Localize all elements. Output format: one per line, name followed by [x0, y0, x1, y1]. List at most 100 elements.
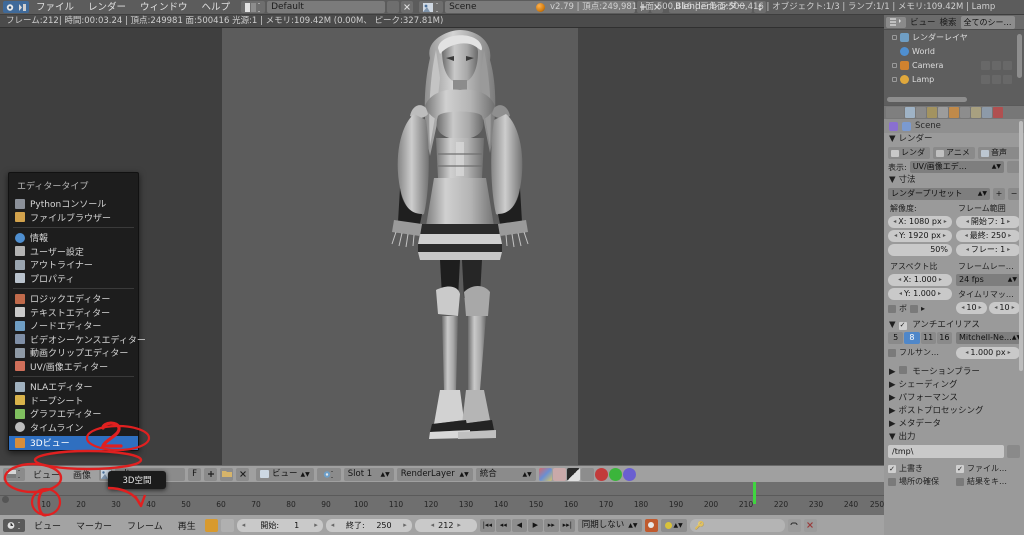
- panel-header-metadata[interactable]: ▶メタデータ: [884, 418, 1024, 431]
- outliner-editor[interactable]: ビュー 検索 全てのシー… レンダーレイヤ World Camera: [884, 15, 1024, 105]
- outliner-row-lamp[interactable]: Lamp: [884, 72, 1024, 86]
- panel-header-output[interactable]: ▼出力: [884, 431, 1024, 444]
- properties-editor[interactable]: Scene ▼レンダー レンダ アニメ 音声: [884, 119, 1024, 535]
- autokey-mode-dropdown[interactable]: ▲▼: [661, 519, 687, 532]
- frame-end-field[interactable]: ◂最終: 250▸: [956, 230, 1020, 242]
- expand-toggle-icon[interactable]: [892, 77, 897, 82]
- overwrite-checkbox[interactable]: ✓: [888, 465, 896, 473]
- resolution-percentage-field[interactable]: 50%: [888, 244, 952, 256]
- green-channel-icon[interactable]: [609, 468, 622, 481]
- menu-help[interactable]: ヘルプ: [195, 1, 238, 14]
- render-slot-dropdown[interactable]: Slot 1 ▲▼: [344, 468, 394, 481]
- editor-type-item-info[interactable]: 情報: [9, 231, 138, 245]
- aa-sample-8[interactable]: 8: [904, 332, 919, 344]
- render-pass-dropdown[interactable]: 統合 ▲▼: [476, 468, 536, 481]
- editor-type-item-python-console[interactable]: Pythonコンソール: [9, 197, 138, 211]
- border-checkbox[interactable]: [888, 305, 896, 313]
- editor-type-item-3d-view[interactable]: 3Dビュー: [9, 436, 138, 450]
- editor-type-item-text-editor[interactable]: テキストエディター: [9, 306, 138, 320]
- view-mode-button[interactable]: ビュー ▲▼: [256, 468, 314, 481]
- current-frame-field[interactable]: ◂ 212 ▸: [415, 519, 477, 532]
- placeholder-checkbox[interactable]: [888, 478, 896, 486]
- tab-render-layers[interactable]: [916, 107, 926, 118]
- bottom-view-menu[interactable]: ビュー: [28, 468, 65, 481]
- expand-toggle-icon[interactable]: [892, 63, 897, 68]
- scene-browse-icon[interactable]: [419, 1, 443, 13]
- output-path-field[interactable]: /tmp\: [888, 445, 1004, 458]
- fake-user-button[interactable]: F: [188, 468, 201, 481]
- render-audio-button[interactable]: 音声: [978, 147, 1020, 159]
- outliner-row-world[interactable]: World: [884, 44, 1024, 58]
- editor-type-item-node-editor[interactable]: ノードエディター: [9, 319, 138, 333]
- remap-old-field[interactable]: ◂10▸: [956, 302, 987, 314]
- render-image-button[interactable]: レンダ: [888, 147, 930, 159]
- properties-editor-type-icon[interactable]: [886, 107, 904, 118]
- image-new-icon[interactable]: [204, 468, 217, 481]
- editor-type-item-uv-image-editor[interactable]: UV/画像エディター: [9, 360, 138, 374]
- cache-result-checkbox[interactable]: [956, 478, 964, 486]
- antialiasing-checkbox[interactable]: ✓: [899, 322, 907, 330]
- resolution-x-field[interactable]: ◂X: 1080 px▸: [888, 216, 952, 228]
- motion-blur-checkbox[interactable]: [899, 366, 907, 374]
- timeline-ruler[interactable]: 10 20 30 40 50 60 70 80 90 100 110 120 1…: [0, 495, 884, 509]
- editor-type-item-dope-sheet[interactable]: ドープシート: [9, 394, 138, 408]
- framerate-dropdown[interactable]: 24 fps▲▼: [956, 274, 1020, 286]
- outliner-vertical-scrollbar[interactable]: [1017, 34, 1022, 78]
- outliner-tree[interactable]: レンダーレイヤ World Camera: [884, 30, 1024, 104]
- menu-render[interactable]: レンダー: [81, 1, 133, 14]
- panel-header-dimensions[interactable]: ▼寸法: [884, 174, 1024, 187]
- eye-icon[interactable]: [981, 75, 990, 84]
- editor-type-item-graph-editor[interactable]: グラフエディター: [9, 407, 138, 421]
- tab-modifiers[interactable]: [971, 107, 981, 118]
- render-animation-button[interactable]: アニメ: [933, 147, 975, 159]
- outliner-row-renderlayer[interactable]: レンダーレイヤ: [884, 30, 1024, 44]
- properties-scrollbar[interactable]: [1019, 121, 1023, 371]
- screen-layout-field[interactable]: Default: [267, 1, 385, 13]
- color-icon[interactable]: [539, 468, 552, 481]
- keying-set-field[interactable]: 🔑: [690, 519, 785, 532]
- sync-mode-dropdown[interactable]: 同期しない ▲▼: [578, 519, 642, 532]
- file-extensions-checkbox[interactable]: ✓: [956, 465, 964, 473]
- blender-icon[interactable]: [3, 1, 29, 13]
- tab-constraints[interactable]: [960, 107, 970, 118]
- panel-header-performance[interactable]: ▶パフォーマンス: [884, 392, 1024, 405]
- jump-start-icon[interactable]: |◂◂: [480, 519, 495, 532]
- properties-scene-breadcrumb[interactable]: Scene: [884, 119, 1024, 133]
- frame-start-field[interactable]: ◂開始フ: 1▸: [956, 216, 1020, 228]
- editor-type-item-nla-editor[interactable]: NLAエディター: [9, 380, 138, 394]
- preset-add-button[interactable]: +: [993, 188, 1005, 200]
- aspect-y-field[interactable]: ◂Y: 1.000▸: [888, 288, 952, 300]
- tab-render[interactable]: [905, 107, 915, 118]
- panel-header-antialiasing[interactable]: ▼✓ アンチエイリアス: [884, 319, 1024, 332]
- aa-samples-segmented[interactable]: 5 8 11 16: [888, 332, 952, 344]
- editor-type-item-outliner[interactable]: アウトライナー: [9, 258, 138, 272]
- tab-scene[interactable]: [927, 107, 937, 118]
- zdepth-icon[interactable]: [567, 468, 580, 481]
- play-reverse-icon[interactable]: ◀: [512, 519, 527, 532]
- editor-type-item-logic-editor[interactable]: ロジックエディター: [9, 292, 138, 306]
- keying-remove-icon[interactable]: [804, 519, 817, 532]
- image-unlink-icon[interactable]: [236, 468, 249, 481]
- folder-icon[interactable]: [1007, 445, 1020, 458]
- outliner-display-mode[interactable]: 全てのシー…: [961, 16, 1015, 29]
- editor-type-item-user-preferences[interactable]: ユーザー設定: [9, 245, 138, 259]
- timeline-editor-type-icon[interactable]: [3, 519, 25, 532]
- screen-layout-icon[interactable]: [241, 1, 265, 13]
- editor-type-item-movie-clip-editor[interactable]: 動画クリップエディター: [9, 346, 138, 360]
- cursor-icon[interactable]: [992, 75, 1001, 84]
- next-keyframe-icon[interactable]: ▸▸: [544, 519, 559, 532]
- timeline-playback-menu[interactable]: 再生: [172, 519, 202, 532]
- outliner-row-camera[interactable]: Camera: [884, 58, 1024, 72]
- display-mode-dropdown[interactable]: UV/画像エデ… ▲▼: [910, 161, 1004, 173]
- aa-sample-5[interactable]: 5: [888, 332, 903, 344]
- render-preset-dropdown[interactable]: レンダープリセット ▲▼: [888, 188, 990, 200]
- outliner-view-menu[interactable]: ビュー: [910, 16, 936, 28]
- image-open-icon[interactable]: [220, 468, 233, 481]
- menu-file[interactable]: ファイル: [29, 1, 81, 14]
- remap-new-field[interactable]: ◂10▸: [989, 302, 1020, 314]
- auto-keyframe-toggle-icon[interactable]: [205, 519, 218, 532]
- tab-world[interactable]: [938, 107, 948, 118]
- record-icon[interactable]: [645, 519, 658, 532]
- outliner-search-menu[interactable]: 検索: [940, 16, 957, 28]
- frame-end-field[interactable]: ◂ 終了: 250 ▸: [326, 519, 412, 532]
